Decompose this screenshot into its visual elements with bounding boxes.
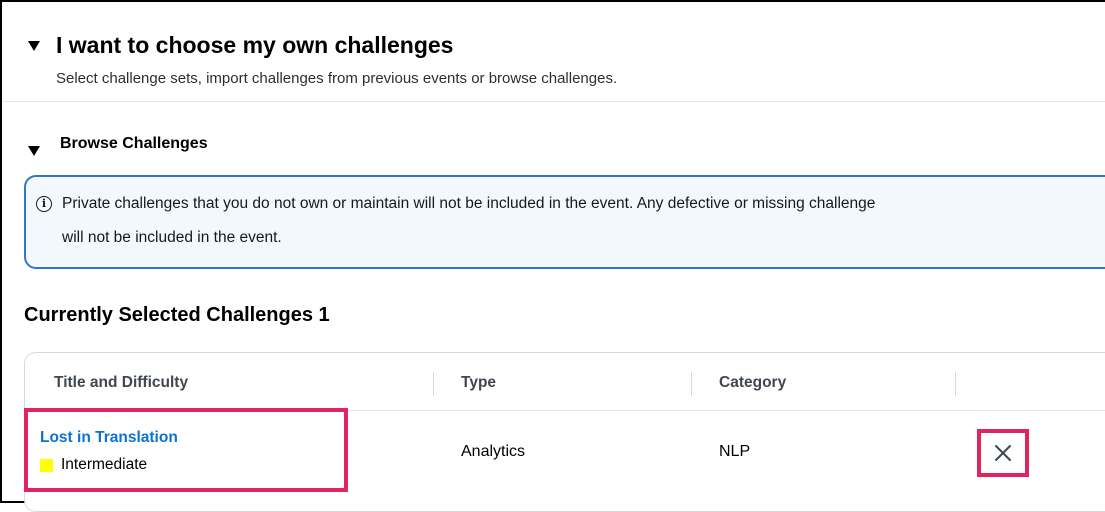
info-alert xyxy=(24,175,1105,269)
expander-toggle[interactable] xyxy=(28,34,40,51)
difficulty-label: Intermediate xyxy=(40,456,147,474)
info-icon: i xyxy=(36,196,52,212)
column-separator[interactable] xyxy=(691,372,692,396)
section-divider xyxy=(2,101,1105,102)
column-separator[interactable] xyxy=(433,372,434,396)
caret-down-icon xyxy=(28,41,40,51)
column-header-category[interactable]: Category xyxy=(719,374,786,392)
selected-challenges-heading: Currently Selected Challenges 1 xyxy=(24,304,330,326)
difficulty-text: Intermediate xyxy=(61,456,148,473)
expander-description: Select challenge sets, import challenges… xyxy=(56,70,618,87)
remove-challenge-button[interactable] xyxy=(977,429,1029,477)
expander-title[interactable]: I want to choose my own challenges xyxy=(56,32,453,59)
column-separator[interactable] xyxy=(955,372,956,396)
info-alert-text-line2: will not be included in the event. xyxy=(62,229,282,246)
close-icon xyxy=(995,445,1011,461)
highlight-box xyxy=(24,408,348,492)
challenge-category: NLP xyxy=(719,443,751,460)
info-alert-text-line1: Private challenges that you do not own o… xyxy=(62,195,876,212)
challenge-type: Analytics xyxy=(461,443,526,460)
challenge-title-link[interactable]: Lost in Translation xyxy=(40,429,178,447)
column-header-title[interactable]: Title and Difficulty xyxy=(54,374,188,392)
difficulty-swatch-icon xyxy=(40,458,53,472)
caret-down-icon[interactable] xyxy=(28,146,40,156)
column-header-type[interactable]: Type xyxy=(461,374,496,392)
browse-challenges-toggle[interactable]: Browse Challenges xyxy=(60,135,208,153)
